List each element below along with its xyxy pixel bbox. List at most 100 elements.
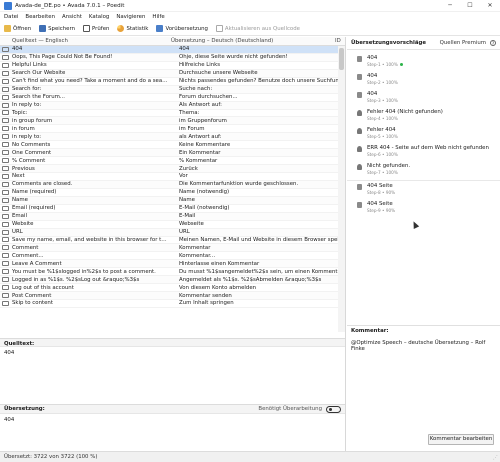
translation-cell: Hinterlasse einen Kommentar: [179, 260, 260, 267]
menu-catalog[interactable]: Katalog: [89, 14, 109, 20]
suggestion-item[interactable]: Nicht gefunden. Step-7 • 100%: [347, 161, 500, 179]
source-cell: URL: [12, 229, 23, 236]
suggestion-text: 404: [367, 73, 378, 79]
maximize-button[interactable]: ☐: [460, 2, 480, 9]
table-row[interactable]: Skip to content Zum Inhalt springen: [0, 300, 345, 308]
update-from-source-button[interactable]: Aktualisieren aus Quellcode: [215, 25, 300, 32]
help-icon[interactable]: ?: [490, 40, 496, 46]
close-button[interactable]: ✕: [480, 2, 500, 9]
suggestion-item[interactable]: 404 Seite Step-9 • 90%: [347, 199, 500, 217]
folder-icon: [4, 25, 11, 32]
list-scrollbar[interactable]: [338, 46, 345, 332]
comment-bubble-icon: [2, 205, 9, 211]
update-label: Aktualisieren aus Quellcode: [224, 25, 300, 32]
suggestion-meta: Step-2 • 100%: [367, 80, 398, 85]
suggestions-header: Übersetzungsvorschläge Quellen Premium ?: [347, 37, 500, 50]
id-column-header[interactable]: ID: [335, 38, 345, 44]
table-row[interactable]: Comment... Kommentar...: [0, 252, 345, 261]
user-icon: [357, 128, 362, 134]
menu-navigate[interactable]: Navigieren: [116, 14, 145, 20]
user-icon: [357, 110, 362, 116]
table-row[interactable]: Log out of this account Von diesem Konto …: [0, 284, 345, 293]
table-row[interactable]: Search the Forum... Forum durchsuchen...: [0, 94, 345, 102]
suggestion-item[interactable]: Fehler 404 (Nicht gefunden) Step-4 • 100%: [347, 107, 500, 125]
suggestion-item[interactable]: 404 Step-3 • 100%: [347, 89, 500, 107]
table-row[interactable]: Can't find what you need? Take a moment …: [0, 78, 345, 86]
comment-bubble-icon: [2, 229, 9, 235]
table-row[interactable]: One Comment Ein Kommentar: [0, 149, 345, 158]
source-cell: Skip to content: [12, 300, 53, 307]
suggestion-meta-row: Step-1 • 100%: [367, 62, 500, 67]
premium-sources-label[interactable]: Quellen Premium: [440, 40, 486, 46]
menu-bar: Datei Bearbeiten Ansicht Katalog Navigie…: [0, 12, 500, 22]
table-row[interactable]: in forum im Forum: [0, 125, 345, 134]
string-list: 404 404 Oops, This Page Could Not Be Found…: [0, 46, 345, 338]
translation-cell: Kommentar senden: [179, 292, 232, 299]
menu-file[interactable]: Datei: [4, 14, 18, 20]
checkbox-icon: [83, 25, 91, 32]
table-row[interactable]: Email E-Mail: [0, 212, 345, 221]
menu-view[interactable]: Ansicht: [62, 14, 82, 20]
source-column-header[interactable]: Quelltext — Englisch: [0, 38, 168, 44]
statistics-button[interactable]: Statistik: [117, 25, 148, 32]
table-row[interactable]: Name Name: [0, 196, 345, 205]
list-header: Quelltext — Englisch Übersetzung – Deuts…: [0, 37, 345, 46]
table-row[interactable]: Name (required) Name (notwendig): [0, 189, 345, 197]
table-row[interactable]: Post Comment Kommentar senden: [0, 292, 345, 300]
menu-edit[interactable]: Bearbeiten: [25, 14, 55, 20]
table-row[interactable]: Save my name, email, and website in this…: [0, 237, 345, 245]
pretranslate-label: Vorübersetzung: [165, 25, 208, 32]
table-row[interactable]: in group forum im Gruppenforum: [0, 117, 345, 126]
table-row[interactable]: Comment Kommentar: [0, 244, 345, 253]
source-cell: Email (required): [12, 205, 56, 212]
table-row[interactable]: Next Vor: [0, 173, 345, 181]
open-button[interactable]: Öffnen: [4, 25, 31, 32]
table-row[interactable]: Search for: Suche nach:: [0, 85, 345, 94]
source-cell: Oops, This Page Could Not Be Found!: [12, 54, 113, 61]
table-row[interactable]: Helpful Links Hilfreiche Links: [0, 62, 345, 70]
resize-grip-icon[interactable]: ⋰: [493, 455, 498, 461]
menu-help[interactable]: Hilfe: [152, 14, 164, 20]
scrollbar-thumb[interactable]: [339, 48, 344, 70]
table-row[interactable]: Email (required) E-Mail (notwendig): [0, 205, 345, 213]
translation-column-header[interactable]: Übersetzung – Deutsch (Deutschland): [168, 38, 335, 44]
table-row[interactable]: Logged in as %1$s. %2$sLog out &raquo;%3…: [0, 276, 345, 285]
check-button[interactable]: Prüfen: [83, 25, 109, 32]
minimize-button[interactable]: ─: [440, 2, 460, 9]
source-cell: Comment...: [12, 252, 44, 259]
edit-comment-button[interactable]: Kommentar bearbeiten: [428, 434, 494, 445]
table-row[interactable]: You must be %1$slogged in%2$s to post a …: [0, 268, 345, 277]
suggestion-text: Nicht gefunden.: [367, 163, 411, 169]
table-row[interactable]: Oops, This Page Could Not Be Found! Ohje,…: [0, 53, 345, 62]
table-row[interactable]: in reply to: als Antwort auf:: [0, 133, 345, 142]
save-button[interactable]: Speichern: [39, 25, 75, 32]
poedit-app-icon: [4, 1, 12, 10]
table-row[interactable]: 404 404: [0, 46, 345, 54]
suggestion-item[interactable]: 404 Seite Step-8 • 90%: [347, 181, 500, 199]
title-bar: Avada-de_DE.po • Avada 7.0.1 – Poedit ─ …: [0, 0, 500, 12]
table-row[interactable]: Leave A Comment Hinterlasse einen Komment…: [0, 260, 345, 269]
suggestion-item[interactable]: ERR 404 - Seite auf dem Web nicht gefund…: [347, 143, 500, 161]
table-row[interactable]: Search Our Website Durchsuche unsere Webs…: [0, 69, 345, 78]
table-row[interactable]: URL URL: [0, 228, 345, 237]
pretranslate-button[interactable]: Vorübersetzung: [156, 25, 208, 32]
suggestion-meta-row: Step-6 • 100%: [367, 152, 500, 157]
table-row[interactable]: % Comment % Kommentar: [0, 157, 345, 166]
table-row[interactable]: Previous Zurück: [0, 165, 345, 173]
source-cell: Log out of this account: [12, 284, 74, 291]
needs-review-toggle[interactable]: [326, 405, 341, 413]
table-row[interactable]: In reply to: Als Antwort auf:: [0, 101, 345, 110]
suggestion-item[interactable]: Fehler 404 Step-5 • 100%: [347, 125, 500, 143]
comment-bubble-icon: [2, 197, 9, 203]
suggestion-text: 404: [367, 91, 378, 97]
suggestion-item[interactable]: 404 Step-2 • 100%: [347, 71, 500, 89]
table-row[interactable]: Website Webseite: [0, 221, 345, 229]
table-row[interactable]: No Comments Keine Kommentare: [0, 141, 345, 150]
table-row[interactable]: Topic: Thema:: [0, 110, 345, 118]
translation-cell: Meinen Namen, E-Mail und Website in dies…: [179, 236, 345, 243]
table-row[interactable]: Comments are closed. Die Kommentarfunktio…: [0, 180, 345, 189]
source-cell: Leave A Comment: [12, 260, 62, 267]
suggestion-meta: Step-9 • 90%: [367, 208, 396, 213]
status-bar: Übersetzt: 3722 von 3722 (100 %) ⋰: [0, 451, 500, 462]
suggestion-item[interactable]: 404 Step-1 • 100%: [347, 53, 500, 71]
